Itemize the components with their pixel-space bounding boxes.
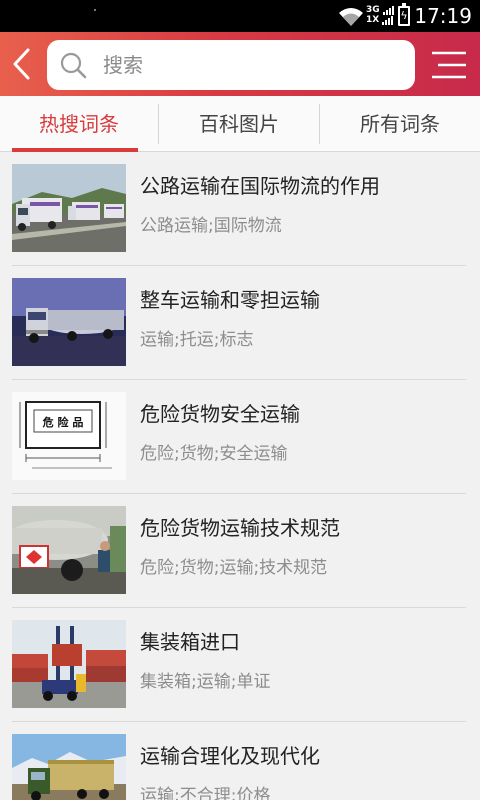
- list-item[interactable]: 整车运输和零担运输 运输;托运;标志: [0, 266, 480, 380]
- network-type-1x: 1X: [366, 15, 380, 25]
- entry-tags: 公路运输;国际物流: [140, 216, 282, 236]
- entry-thumbnail-tanker-inspection: [12, 506, 126, 594]
- entry-title: 整车运输和零担运输: [140, 288, 320, 312]
- entry-title: 运输合理化及现代化: [140, 744, 320, 768]
- signal-icon: [382, 6, 394, 15]
- network-type-3g: 3G: [366, 5, 380, 15]
- entry-thumbnail-hazard-sign: 危 险 品: [12, 392, 126, 480]
- list-item[interactable]: 危 险 品 危险货物安全运输 危险;货物;安全运输: [0, 380, 480, 494]
- menu-icon: [432, 51, 466, 79]
- tab-encyclopedia-images[interactable]: 百科图片: [159, 96, 319, 152]
- list-item[interactable]: 危险货物运输技术规范 危险;货物;运输;技术规范: [0, 494, 480, 608]
- entry-thumbnail-tanker-truck: [12, 278, 126, 366]
- category-tabs: 热搜词条 百科图片 所有词条: [0, 96, 480, 152]
- entry-tags: 运输;不合理;价格: [140, 786, 271, 800]
- entry-tags: 危险;货物;安全运输: [140, 444, 288, 464]
- list-item[interactable]: 运输合理化及现代化 运输;不合理;价格: [0, 722, 480, 800]
- status-time: 17:19: [414, 4, 472, 28]
- network-indicator: 3G 1X: [366, 5, 395, 25]
- status-bar: 3G 1X ϟ 17:19: [0, 0, 480, 32]
- entry-title: 公路运输在国际物流的作用: [140, 174, 380, 198]
- entry-title: 危险货物运输技术规范: [140, 516, 340, 540]
- entry-list: 公路运输在国际物流的作用 公路运输;国际物流 整车运输和零担运输 运输;托运;标…: [0, 152, 480, 800]
- signal-icon-secondary: [382, 16, 394, 25]
- entry-title: 集装箱进口: [140, 630, 240, 654]
- search-bar[interactable]: [47, 40, 415, 90]
- battery-icon: ϟ: [398, 3, 410, 26]
- entry-tags: 运输;托运;标志: [140, 330, 254, 350]
- search-icon: [60, 52, 87, 79]
- entry-tags: 集装箱;运输;单证: [140, 672, 271, 692]
- list-item[interactable]: 集装箱进口 集装箱;运输;单证: [0, 608, 480, 722]
- back-button[interactable]: [6, 44, 38, 84]
- menu-button[interactable]: [430, 50, 468, 80]
- tab-hot-entries[interactable]: 热搜词条: [0, 96, 158, 152]
- notification-dot: [94, 9, 96, 11]
- entry-thumbnail-trucks-highway: [12, 164, 126, 252]
- entry-thumbnail-container-forklift: [12, 620, 126, 708]
- entry-thumbnail-hay-truck: [12, 734, 126, 800]
- svg-text:危 险 品: 危 险 品: [42, 415, 84, 429]
- entry-tags: 危险;货物;运输;技术规范: [140, 558, 328, 578]
- chevron-left-icon: [13, 48, 30, 80]
- list-item[interactable]: 公路运输在国际物流的作用 公路运输;国际物流: [0, 152, 480, 266]
- top-toolbar: [0, 32, 480, 96]
- wifi-icon: [339, 8, 363, 26]
- entry-title: 危险货物安全运输: [140, 402, 300, 426]
- search-input[interactable]: [103, 48, 403, 82]
- tab-all-entries[interactable]: 所有词条: [320, 96, 480, 152]
